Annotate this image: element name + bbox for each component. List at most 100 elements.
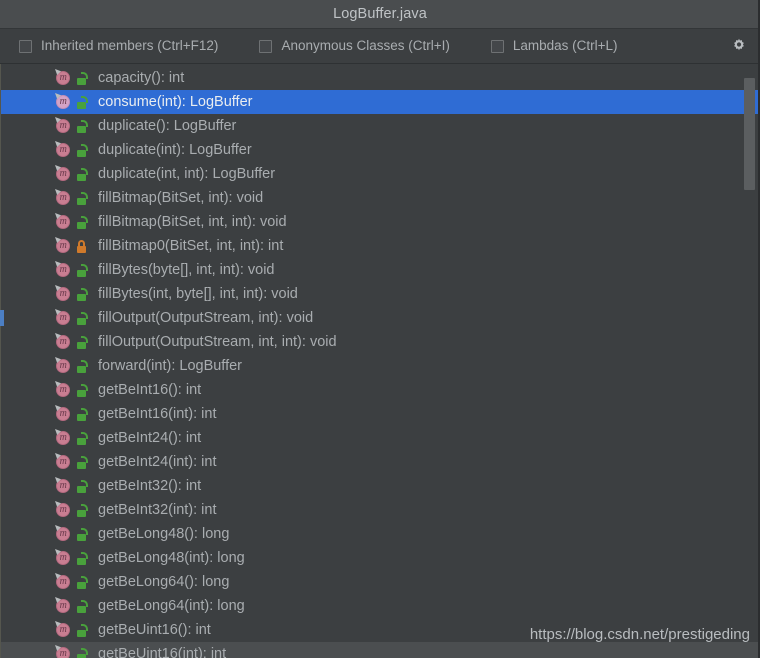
public-lock-icon [77,167,88,181]
list-item[interactable]: m getBeInt24(): int [0,426,760,450]
public-lock-icon [77,263,88,277]
public-lock-icon [77,623,88,637]
public-lock-icon [77,71,88,85]
filter-toolbar: Inherited members (Ctrl+F12) Anonymous C… [0,29,760,64]
list-item-label: duplicate(int, int): LogBuffer [98,165,276,182]
filter-anonymous-classes[interactable]: Anonymous Classes (Ctrl+I) [259,29,450,63]
method-icon: m [55,453,71,470]
list-item-label: fillBytes(byte[], int, int): void [98,261,275,278]
list-item-label: getBeLong48(int): long [98,549,245,566]
public-lock-icon [77,335,88,349]
filter-inherited-members[interactable]: Inherited members (Ctrl+F12) [19,29,218,63]
list-item-label: capacity(): int [98,69,185,86]
method-icon: m [55,597,71,614]
method-icon: m [55,357,71,374]
public-lock-icon [77,599,88,613]
list-item-label: getBeInt16(): int [98,381,202,398]
method-icon: m [55,621,71,638]
list-item[interactable]: m getBeLong48(int): long [0,546,760,570]
window-title-bar: LogBuffer.java [0,0,760,29]
public-lock-icon [77,143,88,157]
list-item[interactable]: m fillBitmap0(BitSet, int, int): int [0,234,760,258]
page-title: LogBuffer.java [333,5,427,22]
list-item[interactable]: m getBeLong64(int): long [0,594,760,618]
list-item[interactable]: m getBeInt32(int): int [0,498,760,522]
filter-lambdas[interactable]: Lambdas (Ctrl+L) [490,29,618,63]
method-icon: m [55,117,71,134]
filter-label-inherited-members: Inherited members (Ctrl+F12) [41,38,219,54]
list-item-label: getBeInt24(int): int [98,453,217,470]
private-lock-icon [77,239,88,253]
list-item[interactable]: m duplicate(int): LogBuffer [0,138,760,162]
list-item[interactable]: m fillBitmap(BitSet, int, int): void [0,210,760,234]
vertical-scrollbar[interactable] [743,66,756,652]
list-item-label: fillBitmap0(BitSet, int, int): int [98,237,284,254]
structure-member-list[interactable]: m capacity(): int m consume(int): LogBuffer… [0,64,760,658]
list-item[interactable]: m duplicate(): LogBuffer [0,114,760,138]
list-item[interactable]: m getBeInt24(int): int [0,450,760,474]
method-icon: m [55,333,71,350]
list-item[interactable]: m getBeLong48(): long [0,522,760,546]
method-icon: m [55,213,71,230]
method-icon: m [55,261,71,278]
method-icon: m [55,381,71,398]
list-item[interactable]: m capacity(): int [0,66,760,90]
list-item-label: getBeUint16(): int [98,621,211,638]
list-item-label: getBeLong64(): long [98,573,230,590]
public-lock-icon [77,527,88,541]
checkbox-anonymous-classes[interactable] [259,39,273,53]
filter-label-anonymous-classes: Anonymous Classes (Ctrl+I) [281,38,450,54]
list-item[interactable]: m getBeUint16(int): int [0,642,760,658]
list-item-label: fillOutput(OutputStream, int, int): void [98,333,337,350]
method-icon: m [55,309,71,326]
public-lock-icon [77,215,88,229]
list-item[interactable]: m consume(int): LogBuffer [0,90,760,114]
checkbox-lambdas[interactable] [490,39,504,53]
list-item[interactable]: m forward(int): LogBuffer [0,354,760,378]
list-item-label: getBeUint16(int): int [98,645,227,658]
method-icon: m [55,477,71,494]
method-icon: m [55,645,71,658]
method-icon: m [55,573,71,590]
list-item-label: fillBitmap(BitSet, int, int): void [98,213,287,230]
list-item[interactable]: m fillBytes(int, byte[], int, int): void [0,282,760,306]
list-item[interactable]: m getBeInt16(int): int [0,402,760,426]
public-lock-icon [77,359,88,373]
list-item-label: getBeLong48(): long [98,525,230,542]
scrollbar-thumb[interactable] [744,78,755,190]
list-item[interactable]: m fillOutput(OutputStream, int, int): voi… [0,330,760,354]
list-item-label: duplicate(): LogBuffer [98,117,237,134]
filter-label-lambdas: Lambdas (Ctrl+L) [512,38,618,54]
method-icon: m [55,141,71,158]
list-item[interactable]: m duplicate(int, int): LogBuffer [0,162,760,186]
method-icon: m [55,165,71,182]
method-icon: m [55,189,71,206]
list-item[interactable]: m fillBitmap(BitSet, int): void [0,186,760,210]
list-item-label: fillBitmap(BitSet, int): void [98,189,264,206]
list-item[interactable]: m getBeInt16(): int [0,378,760,402]
method-icon: m [55,429,71,446]
list-item-label: fillOutput(OutputStream, int): void [98,309,314,326]
method-icon: m [55,93,71,110]
list-item-label: getBeInt24(): int [98,429,202,446]
list-item[interactable]: m fillOutput(OutputStream, int): void [0,306,760,330]
structure-popup-window: LogBuffer.java Inherited members (Ctrl+F… [0,0,760,658]
list-item-label: getBeInt32(): int [98,477,202,494]
public-lock-icon [77,383,88,397]
public-lock-icon [77,431,88,445]
list-item-label: getBeLong64(int): long [98,597,245,614]
list-item[interactable]: m fillBytes(byte[], int, int): void [0,258,760,282]
public-lock-icon [77,311,88,325]
settings-button[interactable] [726,33,752,59]
list-item[interactable]: m getBeLong64(): long [0,570,760,594]
public-lock-icon [77,503,88,517]
method-icon: m [55,405,71,422]
checkbox-inherited-members[interactable] [19,39,32,53]
edge-position-marker [0,310,4,326]
gear-icon [734,38,744,51]
method-icon: m [55,69,71,86]
public-lock-icon [77,407,88,421]
list-item[interactable]: m getBeInt32(): int [0,474,760,498]
public-lock-icon [77,551,88,565]
public-lock-icon [77,479,88,493]
